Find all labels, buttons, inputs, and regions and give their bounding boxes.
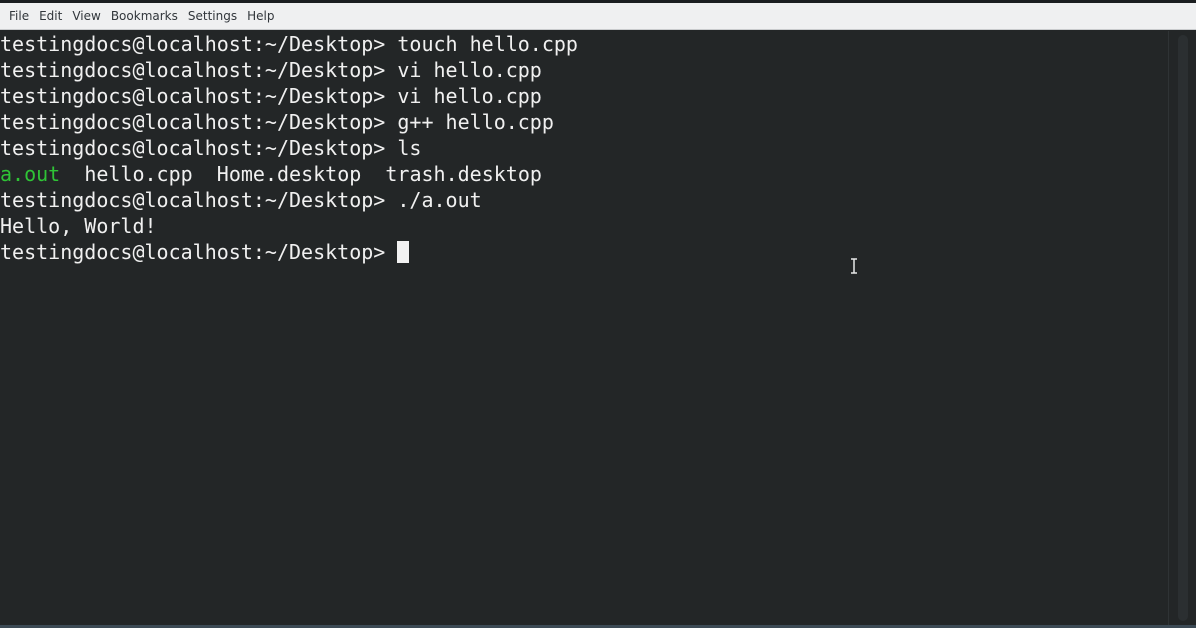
scrollbar-track[interactable] [1178,35,1188,621]
command-text: ./a.out [397,188,482,212]
menu-file[interactable]: File [4,5,34,27]
shell-prompt: testingdocs@localhost:~/Desktop> [0,32,398,56]
shell-prompt: testingdocs@localhost:~/Desktop> [0,84,398,108]
terminal-window: File Edit View Bookmarks Settings Help t… [0,0,1196,628]
program-output: Hello, World! [0,214,157,238]
command-text: vi hello.cpp [397,58,542,82]
menu-view[interactable]: View [67,5,105,27]
terminal-line: testingdocs@localhost:~/Desktop> ./a.out [0,187,1168,213]
menu-help[interactable]: Help [242,5,279,27]
shell-prompt: testingdocs@localhost:~/Desktop> [0,240,398,264]
shell-prompt: testingdocs@localhost:~/Desktop> [0,188,398,212]
terminal-line: testingdocs@localhost:~/Desktop> ls [0,135,1168,161]
terminal-line: testingdocs@localhost:~/Desktop> vi hell… [0,83,1168,109]
ls-file-entry: trash.desktop [385,162,542,186]
terminal-line: testingdocs@localhost:~/Desktop> touch h… [0,31,1168,57]
menu-bar: File Edit View Bookmarks Settings Help [0,3,1196,30]
shell-prompt: testingdocs@localhost:~/Desktop> [0,136,398,160]
command-text: ls [397,136,422,160]
program-output-line: Hello, World! [0,213,1168,239]
command-text: touch hello.cpp [397,32,578,56]
terminal-output-area[interactable]: testingdocs@localhost:~/Desktop> touch h… [0,31,1168,625]
menu-edit[interactable]: Edit [34,5,67,27]
i-beam-cursor-icon [851,258,857,274]
menu-bookmarks[interactable]: Bookmarks [106,5,183,27]
terminal-line: testingdocs@localhost:~/Desktop> g++ hel… [0,109,1168,135]
shell-prompt: testingdocs@localhost:~/Desktop> [0,110,398,134]
command-text: vi hello.cpp [397,84,542,108]
menu-settings[interactable]: Settings [183,5,242,27]
vertical-scrollbar[interactable] [1168,31,1196,625]
ls-file-entry: hello.cpp [84,162,193,186]
shell-prompt: testingdocs@localhost:~/Desktop> [0,58,398,82]
terminal-line: testingdocs@localhost:~/Desktop> vi hell… [0,57,1168,83]
block-cursor-icon [397,241,410,263]
command-text: g++ hello.cpp [397,110,554,134]
active-prompt-line: testingdocs@localhost:~/Desktop> [0,239,1168,265]
ls-file-entry: Home.desktop [216,162,362,186]
ls-output-line: a.out hello.cpp Home.desktop trash.deskt… [0,161,1168,187]
ls-executable-entry: a.out [0,162,61,186]
